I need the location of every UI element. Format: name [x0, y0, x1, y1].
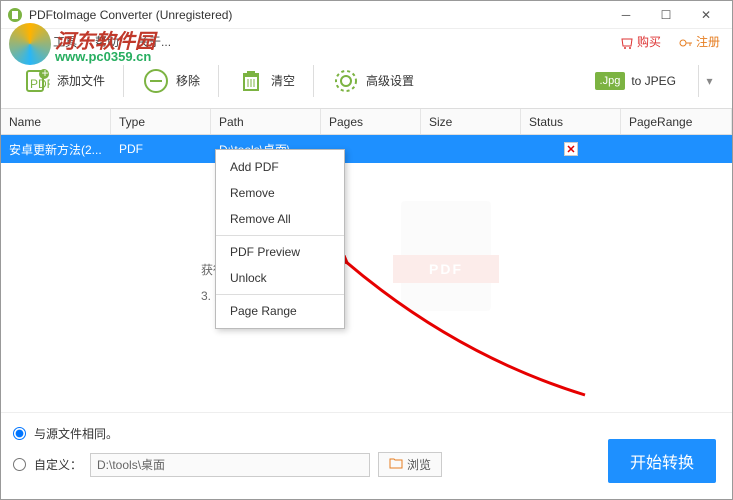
app-icon	[7, 7, 23, 23]
gear-icon	[332, 67, 360, 95]
folder-icon	[389, 457, 403, 472]
label-custom: 自定义：	[34, 456, 82, 473]
error-icon: ✕	[564, 142, 578, 156]
col-pages[interactable]: Pages	[321, 109, 421, 134]
ctx-add-pdf[interactable]: Add PDF	[216, 154, 344, 180]
table-row[interactable]: 安卓更新方法(2... PDF D:\tools\桌面\... ✕	[1, 135, 732, 163]
maximize-button[interactable]: ☐	[646, 3, 686, 27]
ctx-separator	[216, 235, 344, 236]
menu-about[interactable]: 关于...	[137, 33, 171, 50]
label-same-as-source: 与源文件相同。	[34, 425, 118, 442]
toolbar: PDF+ 添加文件 移除 清空 高级设置 .Jpg to JPEG ▾	[1, 53, 732, 109]
separator	[218, 65, 219, 97]
pdf-add-icon: PDF+	[23, 67, 51, 95]
trash-icon	[237, 67, 265, 95]
menu-help[interactable]: 帮助	[95, 33, 119, 50]
radio-same-as-source[interactable]	[13, 427, 26, 440]
table-header: Name Type Path Pages Size Status PageRan…	[1, 109, 732, 135]
add-file-button[interactable]: PDF+ 添加文件	[13, 63, 115, 99]
top-right-links: 购买 注册	[620, 33, 720, 50]
pdf-ghost-icon: PDF	[401, 201, 491, 311]
format-selector[interactable]: .Jpg to JPEG	[585, 68, 686, 94]
cell-type: PDF	[111, 142, 211, 156]
col-range[interactable]: PageRange	[621, 109, 732, 134]
menu-tools[interactable]: 工具	[53, 33, 77, 50]
title-bar: PDFtoImage Converter (Unregistered) ─ ☐ …	[1, 1, 732, 29]
context-menu: Add PDF Remove Remove All PDF Preview Un…	[215, 149, 345, 329]
register-link[interactable]: 注册	[679, 33, 720, 50]
remove-button[interactable]: 移除	[132, 63, 210, 99]
ctx-page-range[interactable]: Page Range	[216, 298, 344, 324]
ctx-unlock[interactable]: Unlock	[216, 265, 344, 291]
buy-link[interactable]: 购买	[620, 33, 661, 50]
cell-status: ✕	[521, 142, 621, 156]
close-button[interactable]: ✕	[686, 3, 726, 27]
ctx-separator	[216, 294, 344, 295]
ctx-preview[interactable]: PDF Preview	[216, 239, 344, 265]
jpg-badge-icon: .Jpg	[595, 72, 626, 90]
cell-name: 安卓更新方法(2...	[1, 141, 111, 158]
menu-file[interactable]: 文件	[11, 33, 35, 50]
clear-button[interactable]: 清空	[227, 63, 305, 99]
advanced-button[interactable]: 高级设置	[322, 63, 424, 99]
col-type[interactable]: Type	[111, 109, 211, 134]
format-dropdown-caret[interactable]: ▾	[698, 65, 720, 97]
window-title: PDFtoImage Converter (Unregistered)	[29, 8, 606, 22]
col-size[interactable]: Size	[421, 109, 521, 134]
col-path[interactable]: Path	[211, 109, 321, 134]
minus-icon	[142, 67, 170, 95]
browse-button[interactable]: 浏览	[378, 452, 442, 477]
ctx-remove-all[interactable]: Remove All	[216, 206, 344, 232]
separator	[123, 65, 124, 97]
start-convert-button[interactable]: 开始转换	[608, 439, 716, 483]
output-panel: 与源文件相同。 自定义： 浏览 开始转换	[1, 412, 732, 499]
separator	[313, 65, 314, 97]
minimize-button[interactable]: ─	[606, 3, 646, 27]
svg-text:+: +	[42, 68, 49, 80]
col-status[interactable]: Status	[521, 109, 621, 134]
radio-custom[interactable]	[13, 458, 26, 471]
custom-path-input[interactable]	[90, 453, 370, 477]
ctx-remove[interactable]: Remove	[216, 180, 344, 206]
col-name[interactable]: Name	[1, 109, 111, 134]
